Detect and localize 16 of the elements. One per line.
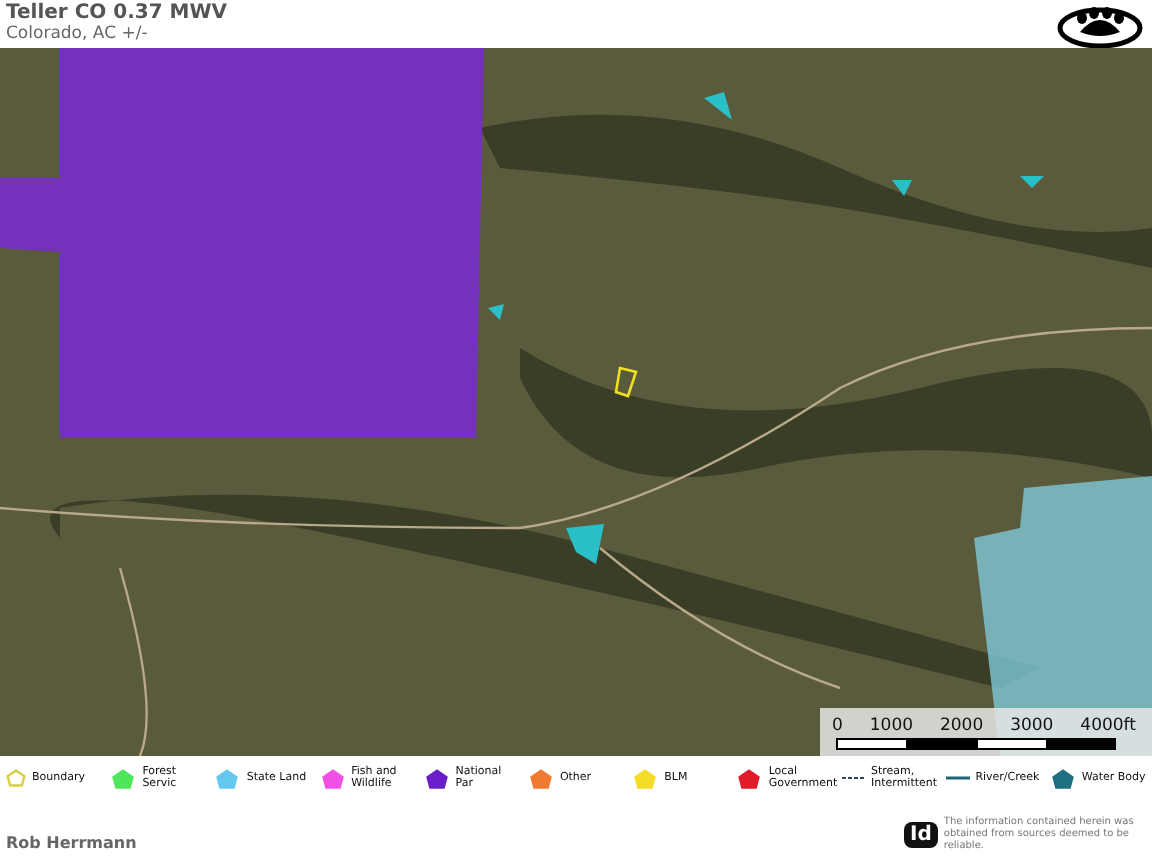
property-boundary (614, 366, 638, 398)
location-text: Colorado, AC +/- (6, 24, 150, 46)
water-body-area (892, 180, 912, 196)
water-body-area (566, 524, 604, 564)
scale-label: 3000 (1010, 715, 1054, 735)
agent-name: Rob Herrmann (6, 834, 137, 852)
scale-label: 4000ft (1080, 715, 1136, 735)
scale-bar-icon (836, 737, 1116, 749)
water-body-area (488, 304, 504, 320)
scale-label: 2000 (939, 715, 984, 735)
scale-label: 0 (832, 715, 843, 735)
water-body-area (704, 92, 732, 120)
water-body-area (1020, 176, 1044, 188)
listing-title: Teller CO 0.37 MWV (6, 2, 228, 24)
company-logo: Id (904, 821, 938, 847)
scale-label: 1000 (869, 715, 914, 735)
